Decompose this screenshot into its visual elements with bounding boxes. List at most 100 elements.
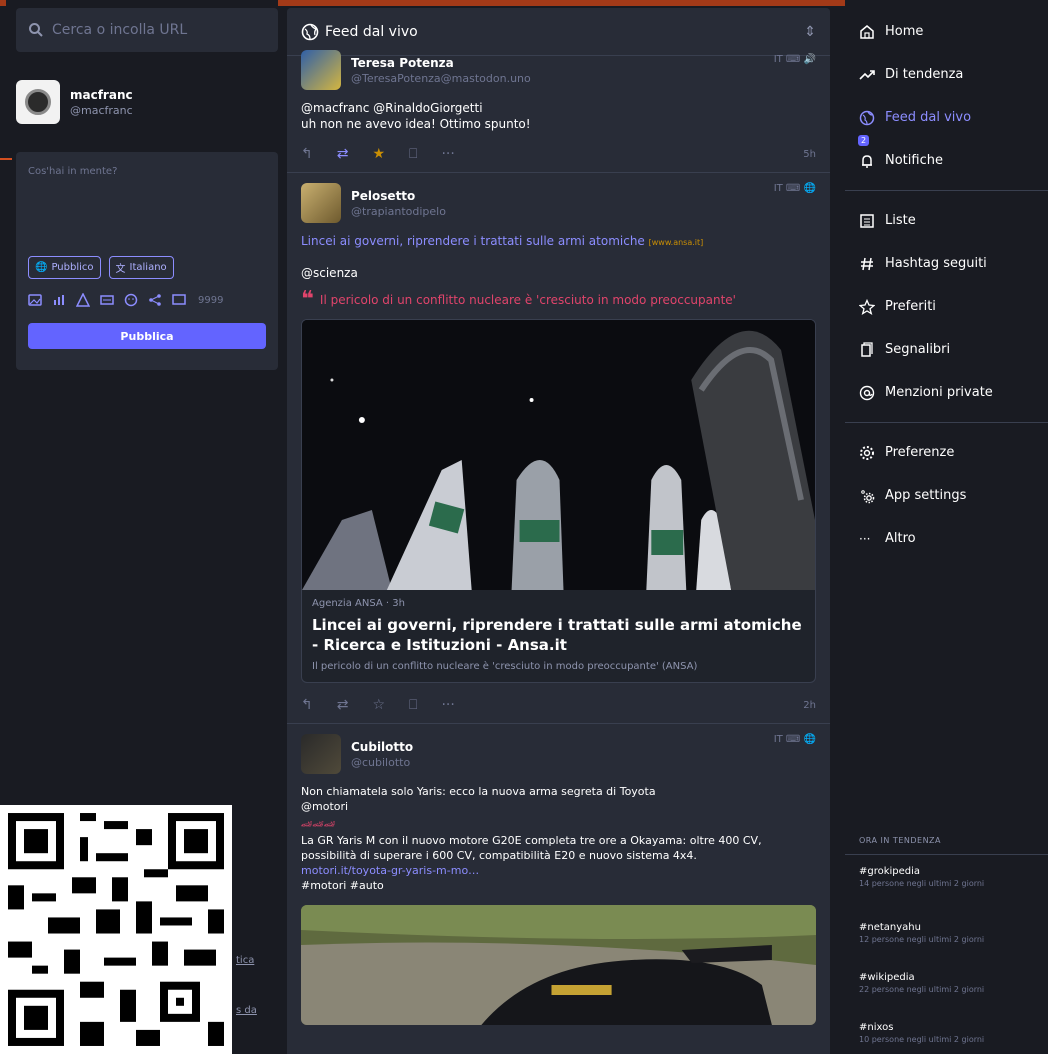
status-content: Non chiamatela solo Yaris: ecco la nuova… <box>301 784 816 893</box>
status-meta: IT ⌨ 🌐 <box>773 734 816 745</box>
nav-bookmarks[interactable]: Segnalibri <box>845 328 1048 371</box>
boost-icon[interactable]: ⇄ <box>337 146 349 162</box>
status-content: Lincei ai governi, riprendere i trattati… <box>301 233 816 281</box>
reply-icon[interactable]: ↰ <box>301 146 313 162</box>
status-post[interactable]: Pelosetto @trapiantodipelo IT ⌨ 🌐 Lincei… <box>287 173 830 724</box>
display-name[interactable]: Pelosetto <box>351 189 446 203</box>
compose-textarea[interactable]: Cos'hai in mente? <box>28 166 266 256</box>
trend-item[interactable]: #grokipedia 14 persone negli ultimi 2 gi… <box>859 866 984 888</box>
at-icon <box>859 385 875 400</box>
bookmark-icon <box>861 341 873 357</box>
username[interactable]: @trapiantodipelo <box>351 205 446 218</box>
search-placeholder: Cerca o incolla URL <box>52 22 188 38</box>
status-link[interactable]: motori.it/toyota-gr-yaris-m-mo… <box>301 863 816 878</box>
nav-label: Menzioni private <box>885 385 993 400</box>
account-box[interactable]: macfranc @macfranc <box>16 80 133 124</box>
status-time[interactable]: 5h <box>803 149 816 160</box>
avatar[interactable] <box>301 50 341 90</box>
mention[interactable]: @scienza <box>301 265 816 281</box>
nav-hashtags[interactable]: Hashtag seguiti <box>845 242 1048 285</box>
link-domain[interactable]: [www.ansa.it] <box>649 238 704 247</box>
nav-favourites[interactable]: Preferiti <box>845 285 1048 328</box>
avatar[interactable] <box>16 80 60 124</box>
avatar[interactable] <box>301 734 341 774</box>
content-warning-icon[interactable] <box>76 293 90 307</box>
quote-mark-icon: ❝ <box>301 287 314 312</box>
username[interactable]: @cubilotto <box>351 756 413 769</box>
status-post[interactable]: Cubilotto @cubilotto IT ⌨ 🌐 Non chiamate… <box>287 724 830 1035</box>
bookmark-icon[interactable]: ⎕ <box>409 146 417 162</box>
list-icon <box>860 213 874 228</box>
share-icon[interactable] <box>148 293 162 307</box>
nav-live-feed[interactable]: Feed dal vivo <box>845 96 1048 139</box>
nav-preferences[interactable]: Preferenze <box>845 431 1048 474</box>
star-icon <box>859 298 875 315</box>
link-preview-card[interactable]: Agenzia ANSA · 3h Lincei ai governi, rip… <box>301 319 816 683</box>
format-icon[interactable] <box>100 293 114 307</box>
hashtags[interactable]: #motori #auto <box>301 878 816 893</box>
nav-label: Notifiche <box>885 153 943 168</box>
trend-stats: 10 persone negli ultimi 2 giorni <box>859 1035 985 1044</box>
column-settings-icon[interactable]: ⇕ <box>804 24 816 40</box>
qr-code-image <box>0 805 232 1054</box>
display-name[interactable]: Cubilotto <box>351 740 413 754</box>
trend-item[interactable]: #netanyahu 12 persone negli ultimi 2 gio… <box>859 922 984 944</box>
media-image[interactable] <box>301 905 816 1025</box>
nav-label: Segnalibri <box>885 342 951 357</box>
account-name: macfranc <box>70 87 133 102</box>
frame-border <box>0 158 12 160</box>
more-icon[interactable]: ··· <box>441 697 454 713</box>
status-link[interactable]: Lincei ai governi, riprendere i trattati… <box>301 234 645 248</box>
footer-link[interactable]: tica <box>236 955 254 966</box>
trend-hashtag[interactable]: #grokipedia <box>859 866 984 877</box>
status-post[interactable]: Teresa Potenza @TeresaPotenza@mastodon.u… <box>287 44 830 173</box>
poll-icon[interactable] <box>52 293 66 307</box>
language-button[interactable]: 文 Italiano <box>108 256 174 279</box>
bookmark-icon[interactable]: ⎕ <box>409 697 417 713</box>
card-description: Il pericolo di un conflitto nucleare è '… <box>312 661 698 672</box>
username[interactable]: @TeresaPotenza@mastodon.uno <box>351 72 531 85</box>
search-input[interactable]: Cerca o incolla URL <box>16 8 278 52</box>
nav-label: Preferiti <box>885 299 936 314</box>
nav-private-mentions[interactable]: Menzioni private <box>845 371 1048 414</box>
avatar[interactable] <box>301 183 341 223</box>
more-icon[interactable]: ··· <box>441 146 454 162</box>
nav-more[interactable]: ··· Altro <box>845 517 1048 560</box>
quote-icon[interactable] <box>172 293 186 307</box>
nav-notifications[interactable]: 2 Notifiche <box>845 135 1048 182</box>
hashtag-icon <box>861 257 873 270</box>
rockets-image <box>302 320 815 590</box>
nav-divider <box>845 422 1048 423</box>
trends-divider <box>845 854 1048 855</box>
nav-label: Feed dal vivo <box>885 110 972 125</box>
trend-hashtag[interactable]: #nixos <box>859 1022 984 1033</box>
favourite-icon[interactable]: ★ <box>372 146 385 162</box>
trend-hashtag[interactable]: #netanyahu <box>859 922 984 933</box>
trend-hashtag[interactable]: #wikipedia <box>859 972 984 983</box>
app-window: Cerca o incolla URL macfranc @macfranc C… <box>0 0 1048 1054</box>
visibility-button[interactable]: 🌐 Pubblico <box>28 256 101 279</box>
footer-link[interactable]: s da <box>236 1005 257 1016</box>
nav-label: Altro <box>885 531 916 546</box>
card-title[interactable]: Lincei ai governi, riprendere i trattati… <box>312 615 805 655</box>
nav-home[interactable]: Home <box>845 10 1048 53</box>
trend-item[interactable]: #nixos 10 persone negli ultimi 2 giorni <box>859 1022 984 1044</box>
trend-item[interactable]: #wikipedia 22 persone negli ultimi 2 gio… <box>859 972 984 994</box>
nav-app-settings[interactable]: App settings <box>845 474 1048 517</box>
status-text-line: @macfranc @RinaldoGiorgetti <box>301 101 483 115</box>
navigation-panel: Home Di tendenza Feed dal vivo 2 Notific… <box>845 0 1048 1054</box>
media-icon[interactable] <box>28 293 42 307</box>
favourite-icon[interactable]: ☆ <box>372 697 385 713</box>
nav-trending[interactable]: Di tendenza <box>845 53 1048 96</box>
nav-lists[interactable]: Liste <box>845 199 1048 242</box>
display-name[interactable]: Teresa Potenza <box>351 56 531 70</box>
reply-icon[interactable]: ↰ <box>301 697 313 713</box>
mention[interactable]: @motori <box>301 799 816 814</box>
boost-icon[interactable]: ⇄ <box>337 697 349 713</box>
gear-icon <box>860 445 874 460</box>
emoji-icon[interactable] <box>124 293 138 307</box>
publish-button[interactable]: Pubblica <box>28 323 266 349</box>
quote-text: Il pericolo di un conflitto nucleare è '… <box>319 293 736 307</box>
status-time[interactable]: 2h <box>803 700 816 711</box>
globe-icon <box>301 23 319 40</box>
